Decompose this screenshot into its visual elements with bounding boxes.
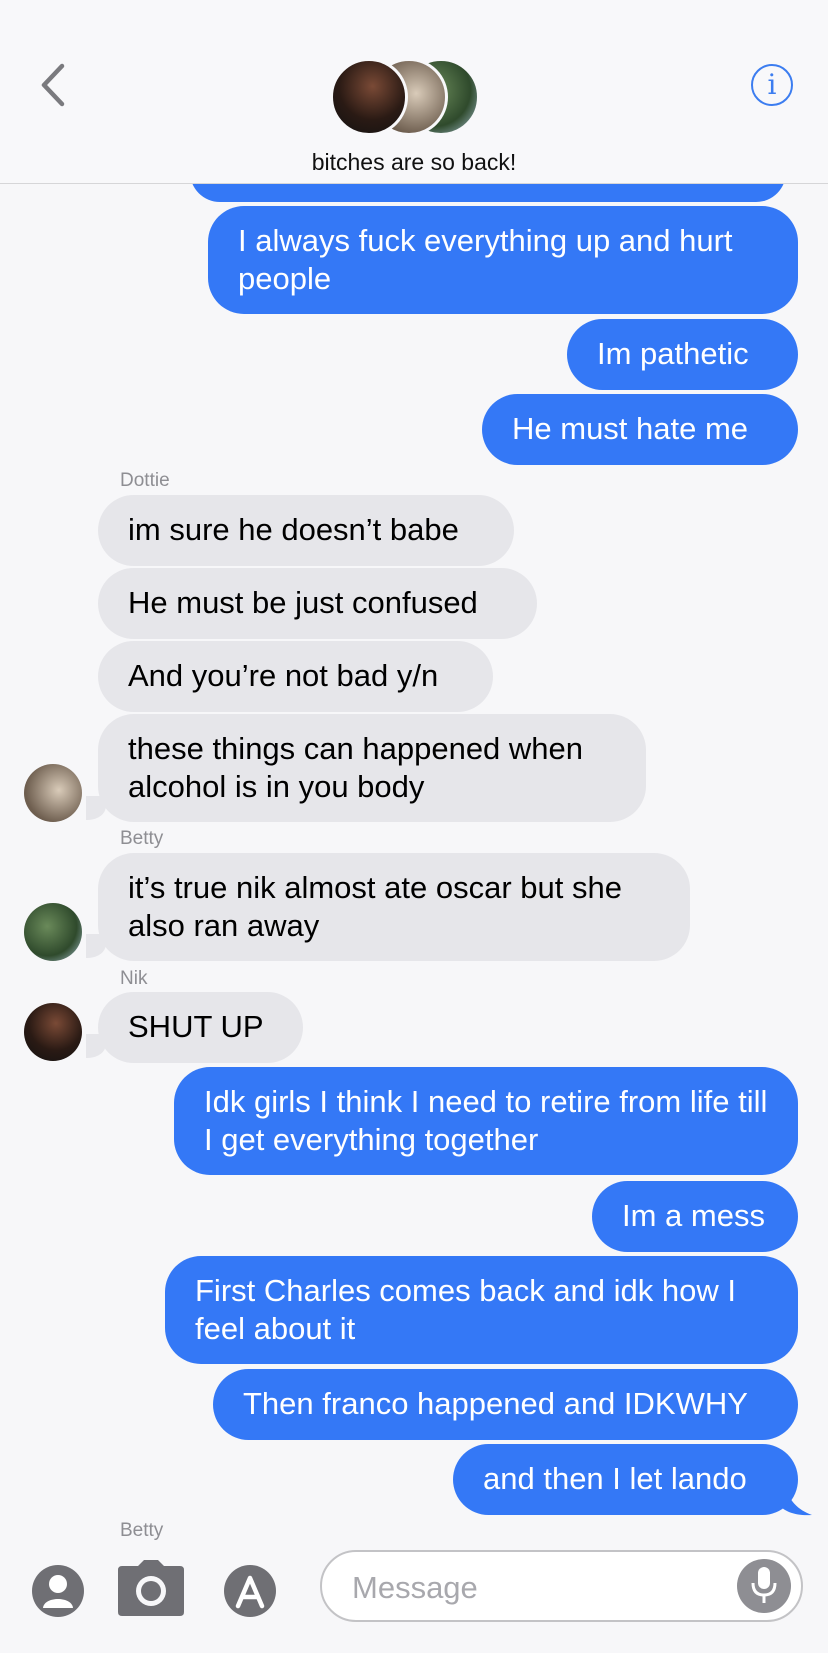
sender-avatar-betty[interactable] [24,903,82,961]
message-text: SHUT UP [128,1009,264,1044]
outgoing-message[interactable]: First Charles comes back and idk how I f… [165,1256,798,1364]
group-title[interactable]: bitches are so back! [0,149,828,176]
outgoing-message[interactable]: He must hate me [482,394,798,465]
back-chevron-icon[interactable] [34,60,74,110]
outgoing-message[interactable]: Im pathetic [567,319,798,390]
outgoing-message[interactable]: Then franco happened and IDKWHY [213,1369,798,1440]
message-text: im sure he doesn’t babe [128,512,459,547]
message-text: Idk girls I think I need to retire from … [204,1084,768,1157]
sender-avatar-nik[interactable] [24,1003,82,1061]
outgoing-message[interactable]: Idk girls I think I need to retire from … [174,1067,798,1175]
microphone-button[interactable] [737,1559,791,1613]
message-text: First Charles comes back and idk how I f… [195,1273,736,1346]
outgoing-message[interactable]: and then I let lando [453,1444,798,1515]
app-store-icon[interactable] [222,1564,288,1618]
message-text: He must hate me [512,411,749,446]
camera-icon[interactable] [118,1560,184,1616]
message-text: these things can happened when alcohol i… [128,731,584,804]
sender-name: Nik [120,968,148,989]
bubble-tail [780,1486,812,1516]
info-icon[interactable]: i [751,64,793,106]
incoming-message[interactable]: these things can happened when alcohol i… [98,714,646,822]
message-placeholder: Message [352,1570,478,1605]
message-text: and then I let lando [483,1461,747,1496]
incoming-message[interactable]: And you’re not bad y/n [98,641,493,712]
message-text: Then franco happened and IDKWHY [243,1386,748,1421]
sender-name: Betty [120,828,164,849]
sender-name: Betty [120,1520,164,1541]
message-input[interactable]: Message [320,1550,803,1622]
incoming-message[interactable]: SHUT UP [98,992,303,1063]
message-text: And you’re not bad y/n [128,658,439,693]
incoming-message[interactable]: im sure he doesn’t babe [98,495,514,566]
member-avatar-nik [330,58,408,136]
message-text: Im pathetic [597,336,749,371]
incoming-message[interactable]: He must be just confused [98,568,537,639]
message-text: I always fuck everything up and hurt peo… [238,223,733,296]
outgoing-message[interactable]: I always fuck everything up and hurt peo… [208,206,798,314]
sender-avatar-dottie[interactable] [24,764,82,822]
outgoing-message[interactable]: Im a mess [592,1181,798,1252]
incoming-message[interactable]: it’s true nik almost ate oscar but she a… [98,853,690,961]
group-avatars[interactable] [330,58,490,138]
sender-name: Dottie [120,470,170,491]
compose-bar: Message [0,1542,828,1653]
contact-icon[interactable] [31,1564,85,1618]
message-text: He must be just confused [128,585,478,620]
microphone-icon [751,1567,777,1603]
message-text: it’s true nik almost ate oscar but she a… [128,870,622,943]
message-text: Im a mess [622,1198,765,1233]
conversation-header: bitches are so back! i [0,0,828,184]
